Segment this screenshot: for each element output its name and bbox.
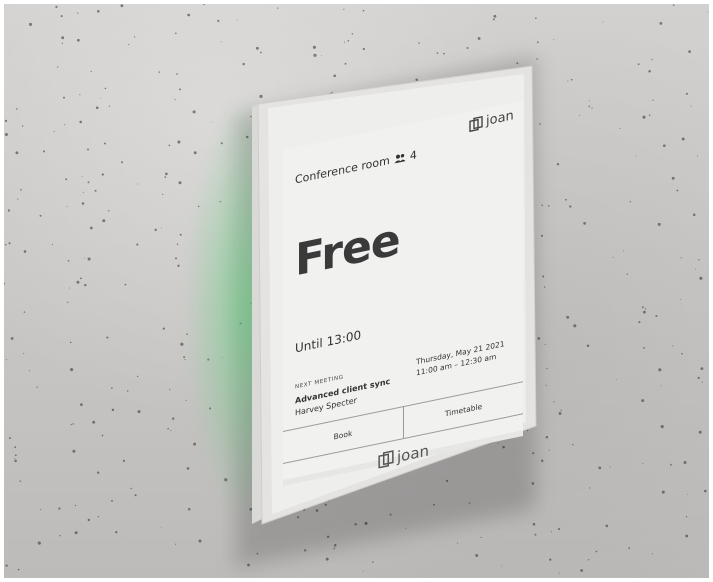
e-ink-screen-wrapper: joan Conference room 4 Free Until 13:00 … [283,100,523,480]
room-capacity: 4 [409,148,417,163]
joan-mark-icon [469,115,483,132]
timetable-button[interactable]: Timetable [404,381,523,438]
photo-frame: joan Conference room 4 Free Until 13:00 … [4,4,709,578]
joan-wordmark: joan [486,108,514,129]
room-header: Conference room 4 [295,148,417,186]
joan-logo-top: joan [469,108,514,132]
people-icon [394,153,406,164]
e-ink-screen: joan Conference room 4 Free Until 13:00 … [283,100,523,480]
room-name: Conference room [295,153,390,187]
free-until: Until 13:00 [295,327,362,356]
joan-mark-icon [378,450,394,469]
room-status: Free [295,213,400,287]
